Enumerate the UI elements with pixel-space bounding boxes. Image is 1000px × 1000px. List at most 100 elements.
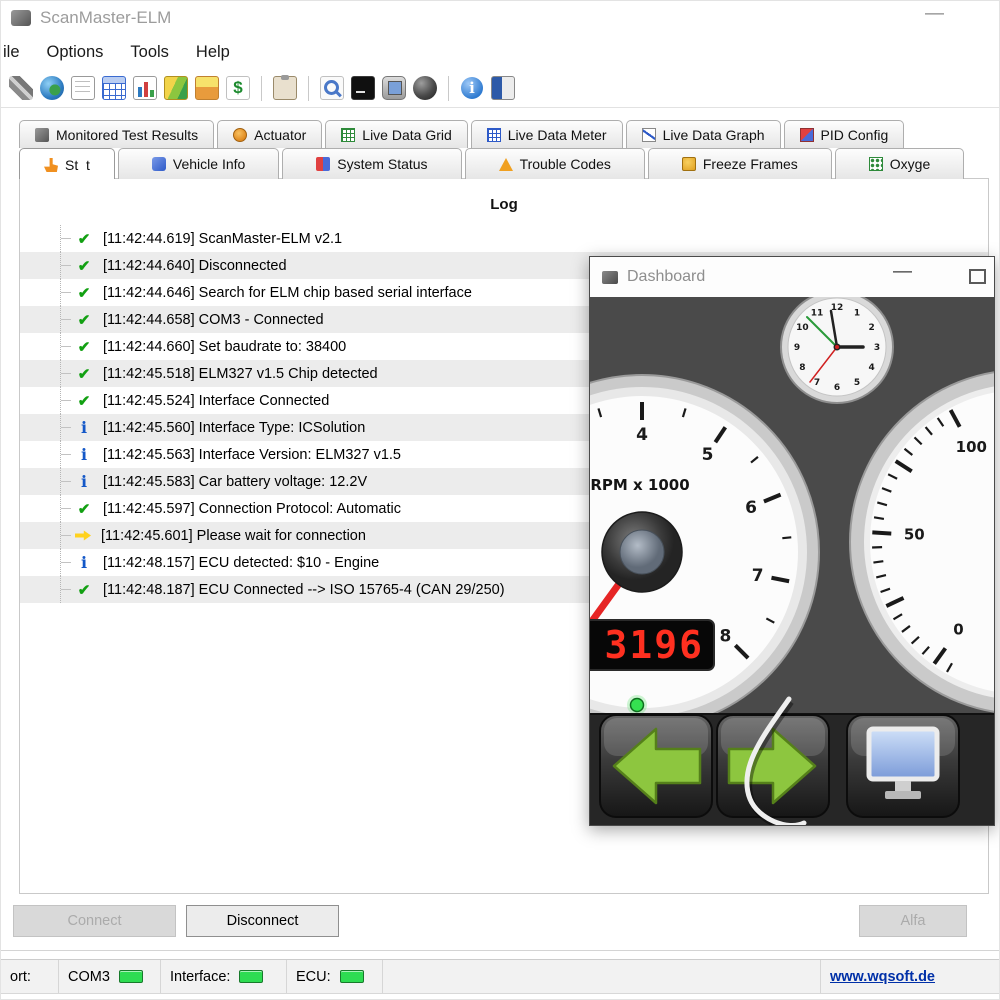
tab-trouble-codes[interactable]: Trouble Codes xyxy=(465,148,645,179)
dashboard-gauges: 050100 45678 RPM x 1000 xyxy=(590,297,994,825)
menu-ile[interactable]: ile xyxy=(3,43,20,62)
website-link[interactable]: www.wqsoft.de xyxy=(830,969,935,985)
dashboard-prev-button[interactable] xyxy=(600,715,712,817)
disconnect-button[interactable]: Disconnect xyxy=(186,905,339,937)
statusbar-interface-segment: Interface: xyxy=(161,960,287,993)
log-text: [11:42:48.187] ECU Connected --> ISO 157… xyxy=(103,582,505,598)
tab-live-data-graph[interactable]: Live Data Graph xyxy=(626,120,781,148)
svg-text:0: 0 xyxy=(953,621,963,639)
svg-text:8: 8 xyxy=(720,626,732,646)
titlebar[interactable]: ScanMaster-ELM — xyxy=(1,1,999,35)
connector-icon[interactable] xyxy=(9,76,33,100)
footer-separator xyxy=(1,950,999,951)
log-text: [11:42:45.601] Please wait for connectio… xyxy=(101,528,366,544)
tree-connector-icon xyxy=(60,360,73,387)
info-icon: i xyxy=(75,419,93,437)
tab-oxyge[interactable]: Oxyge xyxy=(835,148,964,179)
dashboard-display-button[interactable] xyxy=(847,715,959,817)
svg-text:9: 9 xyxy=(794,343,800,353)
dashboard-titlebar[interactable]: Dashboard — xyxy=(590,257,994,298)
tab-live-data-meter[interactable]: Live Data Meter xyxy=(471,120,623,148)
document-icon[interactable] xyxy=(71,76,95,100)
tab-label: St t xyxy=(65,157,90,173)
digital-rpm-value: 3196 xyxy=(604,623,704,667)
tab-row-2: St t Vehicle Info System Status Trouble Cod… xyxy=(19,148,999,179)
menu-tools[interactable]: Tools xyxy=(130,43,169,62)
statusbar: ort: COM3 Interface: ECU: www.wqsoft.de xyxy=(1,959,999,994)
toolbar-separator xyxy=(448,76,449,101)
dollar-icon[interactable] xyxy=(226,76,250,100)
svg-text:8: 8 xyxy=(799,363,805,373)
key-icon xyxy=(152,157,166,171)
status-led xyxy=(631,699,644,712)
log-title: Log xyxy=(20,179,988,213)
actuator-icon xyxy=(233,128,247,142)
tab-label: Live Data Meter xyxy=(508,127,607,143)
toolbar-separator xyxy=(308,76,309,101)
svg-text:5: 5 xyxy=(854,378,860,388)
log-text: [11:42:44.640] Disconnected xyxy=(103,258,287,274)
tab-system-status[interactable]: System Status xyxy=(282,148,461,179)
connect-button[interactable]: Connect xyxy=(13,905,176,937)
digital-readout: 3196 xyxy=(590,620,714,670)
monitor-base xyxy=(885,791,921,799)
check-icon: ✔ xyxy=(75,257,93,275)
sphere-icon[interactable] xyxy=(413,76,437,100)
device-icon[interactable] xyxy=(382,76,406,100)
check-icon: ✔ xyxy=(75,581,93,599)
exit-icon[interactable] xyxy=(491,76,515,100)
tab-label: Freeze Frames xyxy=(703,156,798,172)
map-icon[interactable] xyxy=(164,76,188,100)
alfa-button[interactable]: Alfa xyxy=(859,905,967,937)
port-status-led xyxy=(119,970,143,983)
ecu-status-led xyxy=(340,970,364,983)
log-row[interactable]: ✔[11:42:44.619] ScanMaster-ELM v2.1 xyxy=(20,225,988,252)
tab-monitored-test-results[interactable]: Monitored Test Results xyxy=(19,120,214,148)
check-icon: ✔ xyxy=(75,311,93,329)
info-icon: i xyxy=(75,554,93,572)
tree-connector-icon xyxy=(60,387,73,414)
log-text: [11:42:44.660] Set baudrate to: 38400 xyxy=(103,339,346,355)
freeze-icon xyxy=(682,157,696,171)
svg-text:7: 7 xyxy=(814,378,820,388)
statusbar-link-segment: www.wqsoft.de xyxy=(821,960,999,993)
globe-icon[interactable] xyxy=(40,76,64,100)
datagrid-icon[interactable] xyxy=(102,76,126,100)
tree-connector-icon xyxy=(60,522,73,549)
hand-icon xyxy=(44,158,58,172)
svg-text:7: 7 xyxy=(752,566,764,586)
menu-options[interactable]: Options xyxy=(47,43,104,62)
tree-connector-icon xyxy=(60,576,73,603)
tab-live-data-grid[interactable]: Live Data Grid xyxy=(325,120,467,148)
tab-pid-config[interactable]: PID Config xyxy=(784,120,905,148)
svg-text:5: 5 xyxy=(702,445,714,465)
tree-connector-icon xyxy=(60,441,73,468)
chart-icon[interactable] xyxy=(133,76,157,100)
grid-blue-icon xyxy=(487,128,501,142)
tab-vehicle-info[interactable]: Vehicle Info xyxy=(118,148,279,179)
picture-icon[interactable] xyxy=(195,76,219,100)
tab-label: Vehicle Info xyxy=(173,156,245,172)
monitor-stand xyxy=(895,781,911,791)
tab-label: Trouble Codes xyxy=(520,156,611,172)
dashboard-minimize-button[interactable]: — xyxy=(893,261,912,283)
toolbar-separator xyxy=(261,76,262,101)
tab-actuator[interactable]: Actuator xyxy=(217,120,322,148)
dashboard-maximize-button[interactable] xyxy=(969,269,986,284)
ecu-label: ECU: xyxy=(296,969,331,985)
terminal-icon[interactable] xyxy=(351,76,375,100)
clipboard-icon[interactable] xyxy=(273,76,297,100)
chip-icon xyxy=(35,128,49,142)
statusbar-com-segment: COM3 xyxy=(59,960,161,993)
info-icon[interactable] xyxy=(460,76,484,100)
tab-st-t[interactable]: St t xyxy=(19,148,115,179)
menu-help[interactable]: Help xyxy=(196,43,230,62)
svg-text:3: 3 xyxy=(874,343,880,353)
search-icon[interactable] xyxy=(320,76,344,100)
log-text: [11:42:44.658] COM3 - Connected xyxy=(103,312,324,328)
check-icon: ✔ xyxy=(75,500,93,518)
tab-freeze-frames[interactable]: Freeze Frames xyxy=(648,148,832,179)
info-icon: i xyxy=(75,473,93,491)
menubar: ile Options Tools Help xyxy=(1,37,999,67)
minimize-button[interactable]: — xyxy=(925,3,944,25)
